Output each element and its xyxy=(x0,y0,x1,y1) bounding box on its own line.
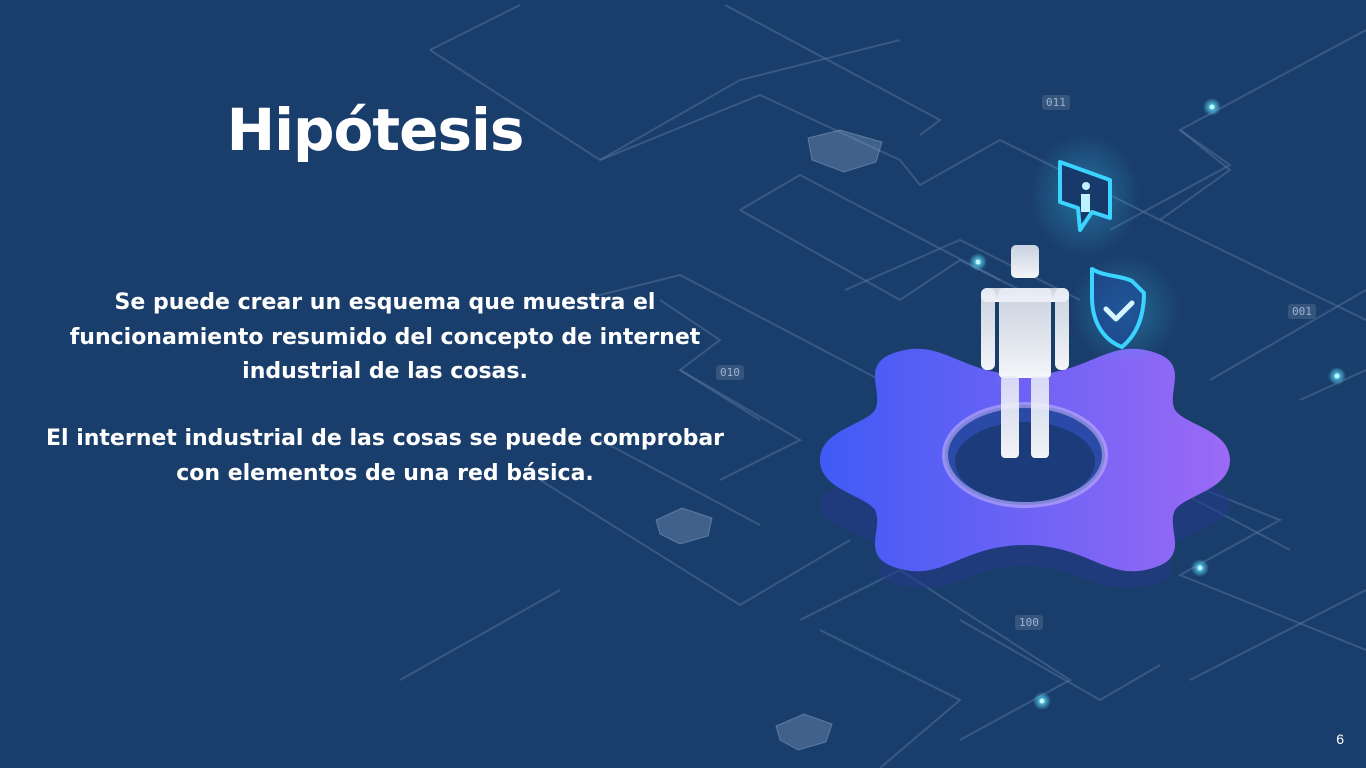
slide-title: Hipótesis xyxy=(226,96,525,164)
slide: 011 001 010 100 Hipótesis Se puede crear… xyxy=(0,0,1366,768)
hypothesis-paragraph-2: El internet industrial de las cosas se p… xyxy=(45,426,725,486)
shield-check-icon xyxy=(1070,255,1180,365)
person-icon xyxy=(981,245,1069,458)
binary-tag: 100 xyxy=(1015,615,1043,630)
binary-tag: 001 xyxy=(1288,304,1316,319)
info-icon xyxy=(1030,133,1140,257)
binary-tag: 011 xyxy=(1042,95,1070,110)
page-number: 6 xyxy=(1336,731,1344,747)
hypothesis-paragraph-1: Se puede crear un esquema que muestra el… xyxy=(69,290,701,384)
